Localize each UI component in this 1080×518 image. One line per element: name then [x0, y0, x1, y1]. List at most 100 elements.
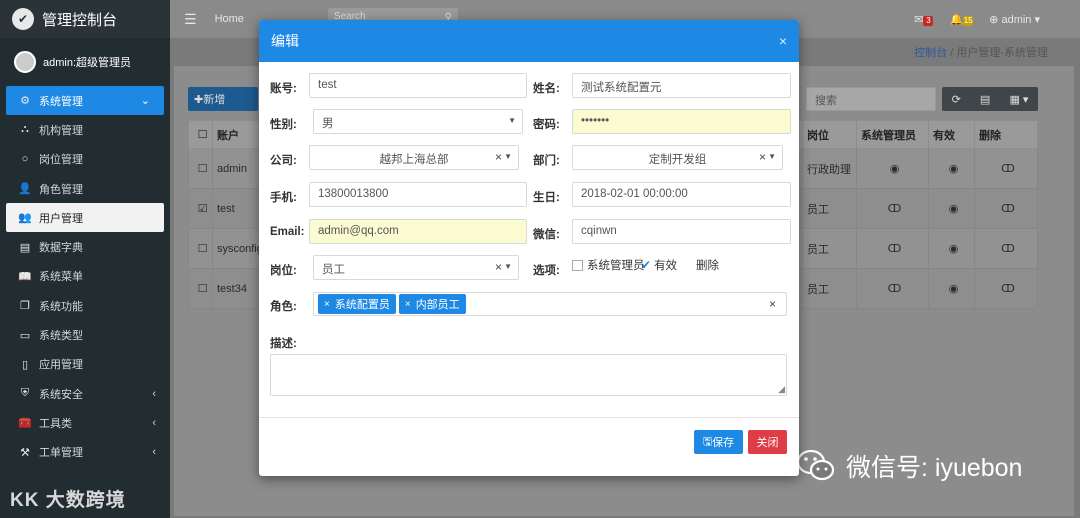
col-sysadmin[interactable]: 系统管理员: [856, 120, 929, 149]
valid-toggle[interactable]: ◉: [928, 188, 975, 229]
gavel-icon: ⚒: [20, 446, 30, 459]
sidebar-item-1[interactable]: ⛬ 机构管理: [0, 115, 170, 144]
post-value: 员工: [322, 264, 345, 276]
row-checkbox[interactable]: ☑: [188, 188, 213, 229]
gender-select[interactable]: 男 ▼: [313, 109, 523, 134]
table-search-input[interactable]: 搜索: [806, 87, 936, 111]
sysadmin-toggle[interactable]: ↀ: [856, 228, 929, 269]
grid-columns-icon[interactable]: ▦ ▾: [1009, 93, 1028, 106]
close-button[interactable]: 关闭: [748, 430, 787, 454]
messages-icon[interactable]: ✉ 3: [914, 13, 934, 26]
company-select[interactable]: 越邦上海总部 × ▼: [309, 145, 519, 170]
account-field[interactable]: test: [309, 73, 527, 98]
birthday-field[interactable]: 2018-02-01 00:00:00: [572, 182, 791, 207]
sidebar-item-11[interactable]: 🧰 工具类 ‹: [0, 408, 170, 437]
list-view-icon[interactable]: ▤: [980, 93, 990, 106]
chevron-down-icon: ▼: [504, 152, 512, 161]
sidebar-menu: ⚙ 系统管理 ⌄ ⛬ 机构管理 ○ 岗位管理 👤 角色管理 👥 用户管理 ▤ 数据字典 📖 系统菜单 ❐ 系统功…: [0, 86, 170, 467]
bell-icon[interactable]: 🔔15: [949, 13, 974, 26]
col-deleted[interactable]: 删除: [974, 120, 1038, 149]
resize-handle-icon[interactable]: ◢: [778, 384, 785, 395]
sidebar-item-12[interactable]: ⚒ 工单管理 ‹: [0, 438, 170, 467]
role-tag[interactable]: × 内部员工: [398, 294, 466, 314]
row-checkbox[interactable]: ☐: [188, 148, 213, 189]
circle-icon: ○: [21, 153, 29, 166]
sidebar-item-8[interactable]: ▭ 系统类型: [0, 320, 170, 349]
top-right-tools: ✉ 3 🔔15 ⊕ admin ▾: [914, 13, 1040, 26]
password-field[interactable]: •••••••: [572, 109, 791, 134]
row-checkbox[interactable]: ☐: [188, 228, 213, 269]
deleted-toggle[interactable]: ↀ: [974, 228, 1038, 269]
valid-toggle[interactable]: ◉: [928, 228, 975, 269]
sidebar-item-10[interactable]: ⛨ 系统安全 ‹: [0, 379, 170, 408]
valid-toggle[interactable]: ◉: [928, 148, 975, 189]
sidebar-item-7[interactable]: ❐ 系统功能: [0, 291, 170, 320]
col-post[interactable]: 岗位: [802, 120, 857, 149]
role-tags: × 系统配置员 × 内部员工: [318, 294, 469, 314]
sidebar-item-3[interactable]: 👤 角色管理: [0, 174, 170, 203]
role-tag-label: 内部员工: [415, 299, 460, 311]
breadcrumb-home[interactable]: 控制台: [914, 47, 947, 59]
sysadmin-toggle[interactable]: ↀ: [856, 268, 929, 309]
menu-toggle-icon[interactable]: ☰: [184, 11, 197, 28]
sidebar-item-4[interactable]: 👥 用户管理: [6, 203, 164, 233]
department-select[interactable]: 定制开发组 × ▼: [572, 145, 783, 170]
sidebar-item-6[interactable]: 📖 系统菜单: [0, 262, 170, 291]
clear-icon[interactable]: ×: [759, 150, 766, 164]
remove-tag-icon[interactable]: ×: [405, 299, 411, 310]
wechat-icon: [796, 449, 835, 481]
deleted-checkbox[interactable]: 删除: [681, 257, 719, 273]
sitemap-icon: ⛬: [21, 123, 29, 136]
roles-multiselect[interactable]: × 系统配置员 × 内部员工 ×: [313, 292, 787, 316]
sidebar-item-label: 机构管理: [39, 124, 83, 137]
description-label: 描述:: [270, 338, 297, 350]
mobile-label: 手机:: [270, 192, 297, 204]
sysadmin-toggle[interactable]: ↀ: [856, 188, 929, 229]
sidebar-item-5[interactable]: ▤ 数据字典: [0, 232, 170, 261]
deleted-toggle[interactable]: ↀ: [974, 268, 1038, 309]
clear-icon[interactable]: ×: [495, 260, 502, 274]
sidebar-item-0[interactable]: ⚙ 系统管理 ⌄: [6, 86, 164, 116]
edit-user-modal: 编辑 × 账号: test 姓名: 测试系统配置元 性别: 男 ▼ 密码: ••…: [259, 20, 799, 476]
sidebar-item-label: 系统安全: [39, 388, 83, 401]
close-icon[interactable]: ×: [779, 33, 787, 49]
deleted-toggle[interactable]: ↀ: [974, 148, 1038, 189]
clear-all-icon[interactable]: ×: [769, 297, 776, 311]
sysadmin-toggle[interactable]: ◉: [856, 148, 929, 189]
wechat-field[interactable]: cqinwn: [572, 219, 791, 244]
add-button[interactable]: ✚新增: [188, 87, 258, 111]
post-select[interactable]: 员工 × ▼: [313, 255, 519, 280]
sidebar-item-2[interactable]: ○ 岗位管理: [0, 145, 170, 174]
valid-checkbox[interactable]: ✔ 有效: [641, 257, 677, 273]
valid-checkbox-label: 有效: [654, 260, 678, 272]
email-field[interactable]: admin@qq.com: [309, 219, 527, 244]
mobile-field[interactable]: 13800013800: [309, 182, 527, 207]
description-textarea[interactable]: ◢: [270, 354, 787, 396]
col-valid[interactable]: 有效: [928, 120, 975, 149]
valid-toggle[interactable]: ◉: [928, 268, 975, 309]
sidebar-item-9[interactable]: ▯ 应用管理: [0, 350, 170, 379]
gender-value: 男: [322, 118, 334, 130]
deleted-checkbox-label: 删除: [696, 260, 719, 272]
deleted-toggle[interactable]: ↀ: [974, 188, 1038, 229]
post-label: 岗位:: [270, 265, 297, 277]
refresh-icon[interactable]: ⟳: [952, 93, 961, 106]
post-cell: 员工: [802, 188, 857, 229]
select-all-checkbox[interactable]: ☐: [188, 120, 213, 149]
sysadmin-checkbox[interactable]: 系统管理员: [572, 257, 645, 273]
app-brand[interactable]: ✔ 管理控制台: [0, 0, 170, 38]
wechat-label: 微信:: [533, 229, 560, 241]
chevron-down-icon: ⌄: [140, 95, 150, 108]
home-link[interactable]: Home: [215, 13, 244, 25]
row-checkbox[interactable]: ☐: [188, 268, 213, 309]
admin-label: admin: [1001, 13, 1032, 26]
role-tag[interactable]: × 系统配置员: [318, 294, 396, 314]
save-button[interactable]: 🖫 保存: [694, 430, 743, 454]
name-field[interactable]: 测试系统配置元: [572, 73, 791, 98]
sidebar-item-label: 岗位管理: [39, 154, 83, 167]
remove-tag-icon[interactable]: ×: [324, 299, 330, 310]
shield-icon: ⛨: [20, 387, 30, 400]
footer-divider: [259, 417, 799, 418]
clear-icon[interactable]: ×: [495, 150, 502, 164]
admin-menu[interactable]: ⊕ admin ▾: [989, 13, 1040, 26]
